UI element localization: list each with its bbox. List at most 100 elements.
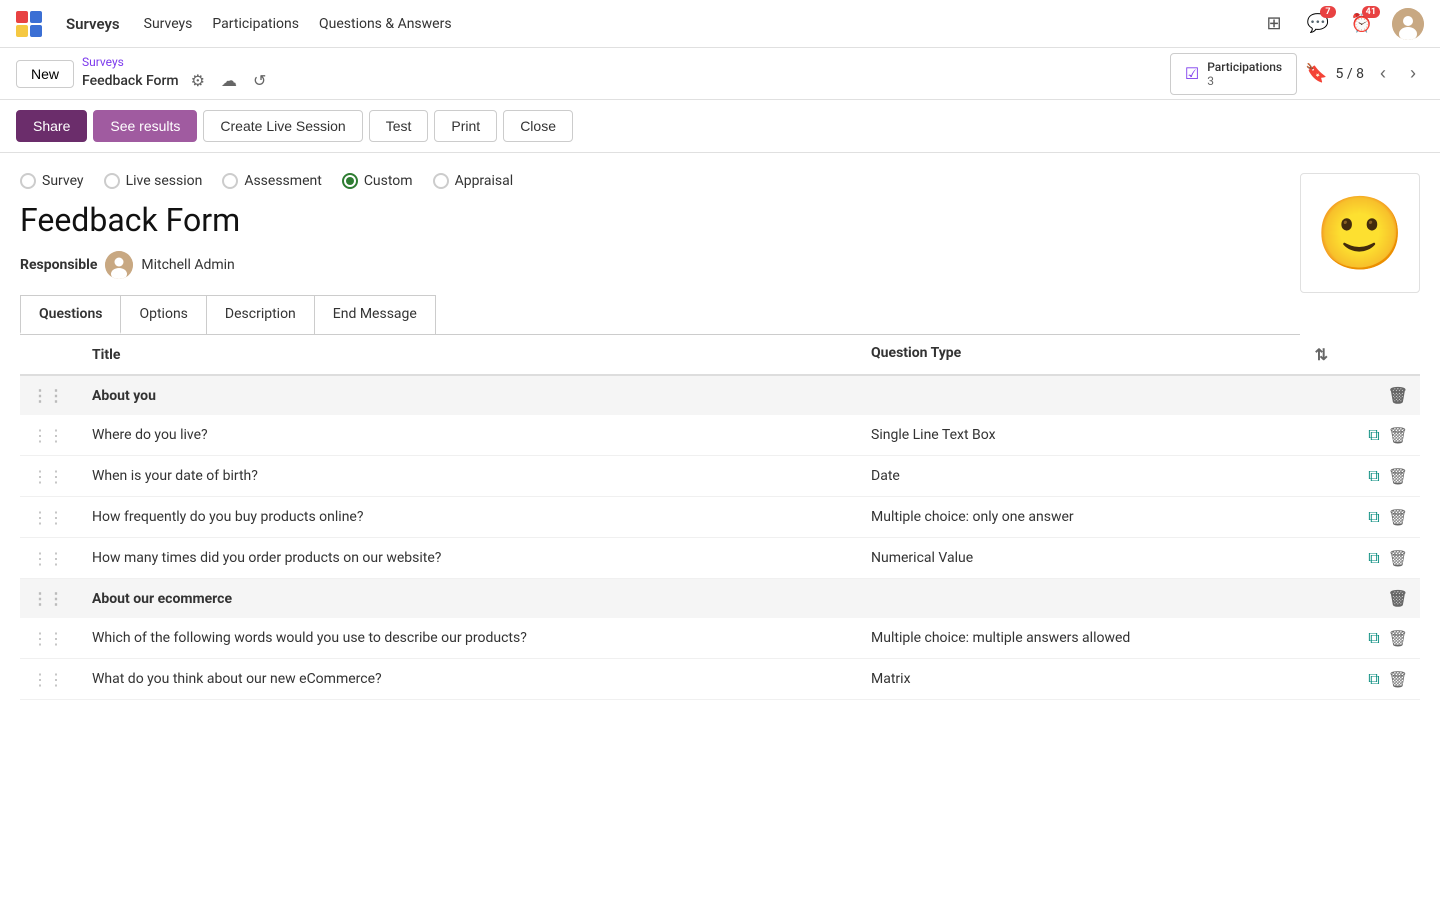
copy-icon[interactable]: ⧉	[1368, 548, 1379, 568]
radio-assessment[interactable]: Assessment	[222, 173, 321, 189]
form-header: Survey Live session Assessment Custom Ap…	[20, 173, 1420, 335]
question-actions: ⧉ 🗑	[1340, 415, 1420, 456]
delete-icon[interactable]: 🗑	[1388, 426, 1408, 445]
print-button[interactable]: Print	[434, 110, 497, 142]
radio-circle-appraisal	[433, 173, 449, 189]
delete-icon[interactable]: 🗑	[1388, 629, 1408, 648]
test-button[interactable]: Test	[369, 110, 429, 142]
nav-surveys[interactable]: Surveys	[144, 16, 193, 32]
th-title: Title	[80, 335, 859, 375]
drag-handle[interactable]: ⋮⋮	[32, 589, 68, 608]
drag-handle[interactable]: ⋮⋮	[32, 426, 68, 445]
drag-handle-cell: ⋮⋮	[20, 618, 80, 659]
app-logo	[16, 11, 42, 37]
app-name: Surveys	[66, 15, 120, 33]
drag-handle[interactable]: ⋮⋮	[32, 386, 68, 405]
nav-participations[interactable]: Participations	[212, 16, 299, 32]
radio-circle-live-session	[104, 173, 120, 189]
clock-badge: 41	[1362, 6, 1380, 18]
question-actions-row: ⧉ 🗑	[1352, 507, 1408, 527]
question-actions-row: ⧉ 🗑	[1352, 628, 1408, 648]
delete-icon[interactable]: 🗑	[1388, 508, 1408, 527]
breadcrumb-parent[interactable]: Surveys	[82, 55, 270, 69]
question-title[interactable]: How frequently do you buy products onlin…	[80, 497, 859, 538]
tab-options[interactable]: Options	[120, 295, 206, 334]
logo-dot-blue	[30, 11, 42, 23]
radio-circle-survey	[20, 173, 36, 189]
logo-dot-red	[16, 11, 28, 23]
grid-icon[interactable]: ⊞	[1260, 10, 1288, 38]
question-title[interactable]: How many times did you order products on…	[80, 538, 859, 579]
drag-handle[interactable]: ⋮⋮	[32, 549, 68, 568]
chat-icon[interactable]: 💬 7	[1304, 10, 1332, 38]
drag-handle[interactable]: ⋮⋮	[32, 508, 68, 527]
user-avatar[interactable]	[1392, 8, 1424, 40]
next-arrow[interactable]: ›	[1402, 59, 1424, 88]
copy-icon[interactable]: ⧉	[1368, 507, 1379, 527]
responsible-row: Responsible Mitchell Admin	[20, 251, 1300, 279]
radio-appraisal[interactable]: Appraisal	[433, 173, 514, 189]
table-header: Title Question Type ⇅	[20, 335, 1420, 375]
check-icon: ☑	[1185, 64, 1199, 83]
radio-label-assessment: Assessment	[244, 173, 321, 189]
drag-handle[interactable]: ⋮⋮	[32, 670, 68, 689]
question-title[interactable]: What do you think about our new eCommerc…	[80, 659, 859, 700]
radio-survey[interactable]: Survey	[20, 173, 84, 189]
close-button[interactable]: Close	[503, 110, 573, 142]
questions-table: Title Question Type ⇅ ⋮⋮ About you 🗑 ⋮⋮ …	[20, 335, 1420, 700]
responsible-name: Mitchell Admin	[141, 257, 234, 273]
section-title: About you	[80, 375, 1340, 415]
participations-label: Participations	[1207, 60, 1282, 74]
tab-end-message[interactable]: End Message	[314, 295, 436, 334]
radio-live-session[interactable]: Live session	[104, 173, 203, 189]
clock-icon[interactable]: ⏰ 41	[1348, 10, 1376, 38]
new-button[interactable]: New	[16, 60, 74, 88]
question-title[interactable]: Where do you live?	[80, 415, 859, 456]
delete-icon[interactable]: 🗑	[1388, 549, 1408, 568]
participations-button[interactable]: ☑ Participations 3	[1170, 53, 1297, 95]
settings-icon[interactable]: ⚙	[187, 69, 209, 93]
delete-icon[interactable]: 🗑	[1388, 589, 1408, 608]
breadcrumb-current-label: Feedback Form	[82, 73, 179, 89]
drag-handle[interactable]: ⋮⋮	[32, 467, 68, 486]
survey-type-radio-group: Survey Live session Assessment Custom Ap…	[20, 173, 1300, 189]
drag-handle-cell: ⋮⋮	[20, 415, 80, 456]
toolbar: New Surveys Feedback Form ⚙ ☁ ↺ ☑ Partic…	[0, 48, 1440, 100]
delete-icon[interactable]: 🗑	[1388, 467, 1408, 486]
participations-count: 3	[1207, 74, 1282, 88]
question-title[interactable]: Which of the following words would you u…	[80, 618, 859, 659]
form-image[interactable]: 🙂	[1300, 173, 1420, 293]
breadcrumb-current: Feedback Form ⚙ ☁ ↺	[82, 69, 270, 93]
sort-icon[interactable]: ⇅	[1315, 345, 1328, 364]
table-section-row: ⋮⋮ About you 🗑	[20, 375, 1420, 415]
drag-handle-cell: ⋮⋮	[20, 456, 80, 497]
form-title[interactable]: Feedback Form	[20, 201, 1300, 239]
question-title[interactable]: When is your date of birth?	[80, 456, 859, 497]
question-type: Single Line Text Box	[859, 415, 1340, 456]
nav-questions-answers[interactable]: Questions & Answers	[319, 16, 452, 32]
drag-handle[interactable]: ⋮⋮	[32, 629, 68, 648]
copy-icon[interactable]: ⧉	[1368, 466, 1379, 486]
table-row: ⋮⋮ What do you think about our new eComm…	[20, 659, 1420, 700]
copy-icon[interactable]: ⧉	[1368, 669, 1379, 689]
reset-icon[interactable]: ↺	[249, 69, 270, 93]
prev-arrow[interactable]: ‹	[1372, 59, 1394, 88]
question-type: Matrix	[859, 659, 1340, 700]
create-live-session-button[interactable]: Create Live Session	[203, 110, 362, 142]
share-button[interactable]: Share	[16, 110, 87, 142]
delete-icon[interactable]: 🗑	[1388, 386, 1408, 405]
action-bar: Share See results Create Live Session Te…	[0, 100, 1440, 153]
radio-custom[interactable]: Custom	[342, 173, 413, 189]
question-actions: ⧉ 🗑	[1340, 538, 1420, 579]
delete-icon[interactable]: 🗑	[1388, 670, 1408, 689]
tab-description[interactable]: Description	[206, 295, 315, 334]
tab-questions[interactable]: Questions	[20, 295, 121, 334]
copy-icon[interactable]: ⧉	[1368, 425, 1379, 445]
bookmark-icon[interactable]: 🔖	[1305, 63, 1327, 84]
table-row: ⋮⋮ Where do you live? Single Line Text B…	[20, 415, 1420, 456]
participations-info: Participations 3	[1207, 60, 1282, 88]
copy-icon[interactable]: ⧉	[1368, 628, 1379, 648]
see-results-button[interactable]: See results	[93, 110, 197, 142]
question-actions: ⧉ 🗑	[1340, 618, 1420, 659]
cloud-upload-icon[interactable]: ☁	[217, 69, 241, 93]
